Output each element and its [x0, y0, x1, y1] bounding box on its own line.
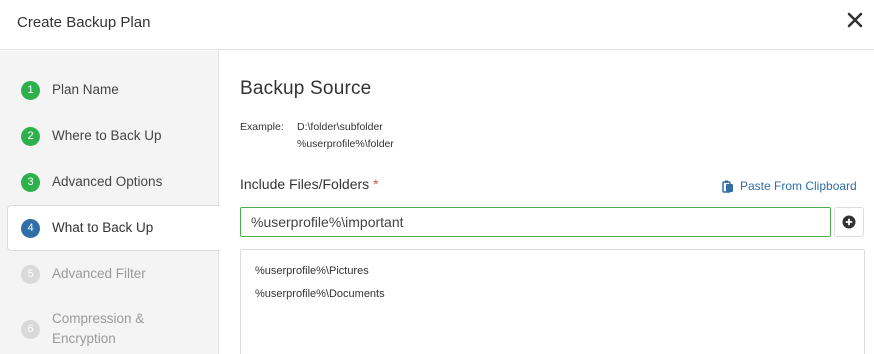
section-title: Backup Source [240, 78, 372, 99]
step-label: Where to Back Up [52, 128, 162, 143]
step-label: Advanced Options [52, 174, 163, 189]
step-number-badge: 3 [21, 172, 40, 192]
example-line: D:\folder\subfolder [297, 121, 383, 133]
step-number-badge: 5 [21, 264, 40, 284]
step-number-badge: 2 [21, 126, 40, 146]
example-line: %userprofile%\folder [297, 138, 394, 150]
step-label-line-2: Encryption [52, 331, 116, 346]
step-number-badge: 4 [21, 218, 40, 238]
clipboard-icon [722, 180, 733, 193]
main-panel: Backup Source Example: D:\folder\subfold… [220, 51, 874, 354]
close-icon[interactable] [844, 9, 866, 31]
step-advanced-filter[interactable]: 5 Advanced Filter [0, 251, 219, 297]
step-compression-encryption[interactable]: 6 Compression & Encryption [0, 307, 219, 351]
paste-from-clipboard-label: Paste From Clipboard [740, 179, 857, 193]
dialog-title: Create Backup Plan [17, 14, 151, 31]
step-advanced-options[interactable]: 3 Advanced Options [0, 159, 219, 205]
step-where-to-back-up[interactable]: 2 Where to Back Up [0, 113, 219, 159]
include-files-label: Include Files/Folders * [240, 176, 379, 192]
add-path-button[interactable] [834, 207, 864, 237]
paste-from-clipboard-link[interactable]: Paste From Clipboard [722, 179, 857, 193]
steps-sidebar: 1 Plan Name 2 Where to Back Up 3 Advance… [0, 51, 247, 354]
list-item[interactable]: %userprofile%\Documents [255, 288, 385, 300]
step-label: Plan Name [52, 82, 119, 97]
step-label-line-1: Compression & [52, 311, 145, 326]
included-paths-list: %userprofile%\Pictures %userprofile%\Doc… [240, 249, 865, 354]
step-number-badge: 1 [21, 80, 40, 100]
example-label: Example: [240, 121, 284, 133]
step-what-to-back-up[interactable]: 4 What to Back Up [7, 205, 247, 251]
step-label: Advanced Filter [52, 266, 146, 281]
include-path-input[interactable] [240, 207, 831, 237]
step-label: Compression & Encryption [52, 309, 144, 349]
step-plan-name[interactable]: 1 Plan Name [0, 67, 219, 113]
plus-circle-icon [842, 215, 856, 229]
step-number-badge: 6 [21, 319, 40, 339]
dialog-header: Create Backup Plan [0, 0, 874, 50]
required-mark: * [373, 176, 379, 192]
step-label: What to Back Up [52, 220, 154, 235]
list-item[interactable]: %userprofile%\Pictures [255, 265, 369, 277]
include-files-label-text: Include Files/Folders [240, 176, 370, 192]
